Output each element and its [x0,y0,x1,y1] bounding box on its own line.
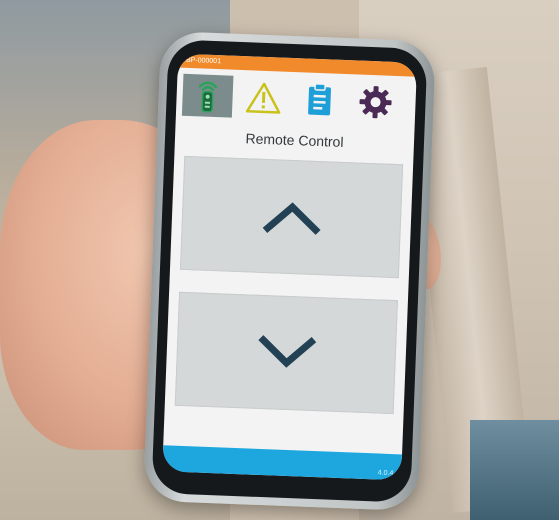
background-blue-fabric [470,420,559,520]
lower-button[interactable] [174,291,398,415]
remote-icon [198,81,218,113]
chevron-up-icon [262,202,321,235]
tab-alerts[interactable] [237,75,290,120]
bottom-bar: 4.0.4 [162,445,403,481]
gear-icon [359,86,392,119]
phone-case: BP-000001 Remote Control 4.0.4 [143,30,436,512]
phone-screen: BP-000001 Remote Control 4.0.4 [162,53,418,481]
tab-checklist[interactable] [293,78,346,122]
tab-settings[interactable] [349,80,402,125]
device-id: BP-000001 [185,56,222,66]
clipboard-icon [308,83,332,116]
chevron-down-icon [257,335,316,368]
phone: BP-000001 Remote Control 4.0.4 [151,39,428,503]
tab-remote[interactable] [181,73,234,118]
top-nav [176,68,417,125]
screen-title: Remote Control [245,130,344,150]
raise-button[interactable] [179,155,404,279]
version-label: 4.0.4 [377,469,394,478]
warning-icon [245,82,281,114]
